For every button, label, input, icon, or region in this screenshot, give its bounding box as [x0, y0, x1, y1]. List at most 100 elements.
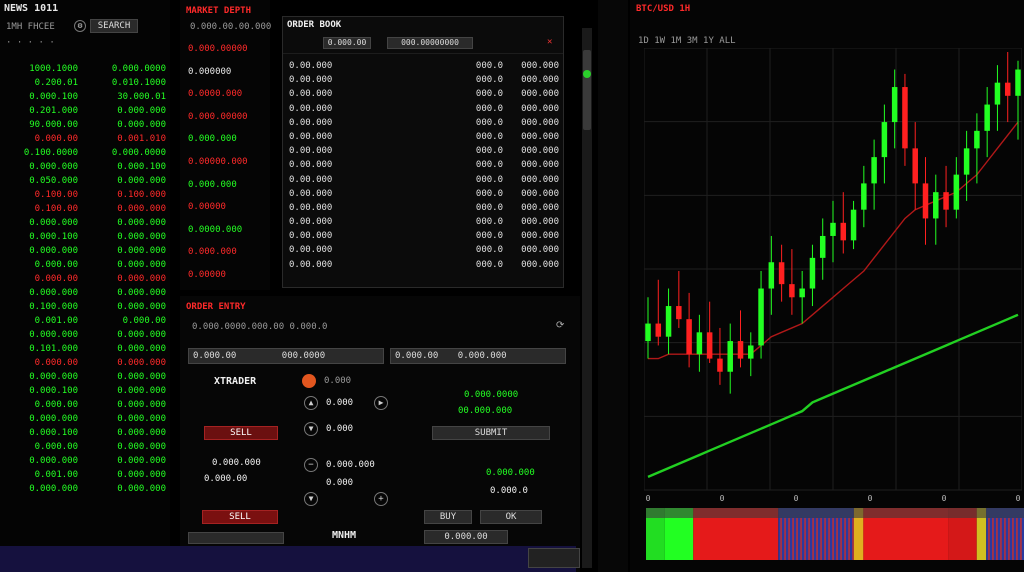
watchlist-row[interactable]: 1000.1000 0.000.0000 [0, 62, 170, 76]
orderbook-row[interactable]: 0.00.000 000.0 000.000 [289, 258, 559, 272]
watchlist-row[interactable]: 0.200.01 0.010.1000 [0, 76, 170, 90]
orderbook-row[interactable]: 0.00.000 000.0 000.000 [289, 144, 559, 158]
order-entry-title: ORDER ENTRY [186, 302, 246, 312]
orderbook-row[interactable]: 0.00.000 000.0 000.000 [289, 173, 559, 187]
footer-value-field[interactable]: 0.000.00 [424, 530, 508, 544]
watchlist-row[interactable]: 0.000.00 0.000.000 [0, 398, 170, 412]
orderbook-scrollbar[interactable] [582, 28, 592, 568]
watchlist-row[interactable]: 0.000.100 30.000.01 [0, 90, 170, 104]
watchlist-row[interactable]: 0.000.00 0.000.000 [0, 258, 170, 272]
orderbook-row[interactable]: 0.00.000 000.0 000.000 [289, 229, 559, 243]
watchlist-row[interactable]: 0.101.000 0.000.000 [0, 342, 170, 356]
watchlist-row[interactable]: 0.000.00 0.000.000 [0, 356, 170, 370]
watchlist-row-left: 0.000.00 [34, 358, 78, 368]
chart-toolbar[interactable]: 1D 1W 1M 3M 1Y ALL [638, 36, 736, 46]
watchlist-row[interactable]: 0.000.00 0.000.000 [0, 440, 170, 454]
qty-plus-stepper[interactable]: + [374, 492, 388, 506]
scroll-thumb[interactable] [583, 50, 591, 130]
watchlist-row[interactable]: 0.100.00 0.100.000 [0, 188, 170, 202]
footer-brand: MNHM [332, 530, 357, 541]
volume-stripe [988, 518, 990, 560]
watchlist-row[interactable]: 0.201.000 0.000.000 [0, 104, 170, 118]
chart-panel: BTC/USD 1H 1D 1W 1M 3M 1Y ALL 0 0 0 0 0 0 [630, 0, 1024, 572]
qty-minus-stepper[interactable]: − [304, 458, 318, 472]
watchlist-row-right: 0.000.000 [117, 344, 166, 354]
watchlist-row[interactable]: 0.000.000 0.000.000 [0, 482, 170, 496]
price-down-stepper[interactable]: ▼ [304, 422, 318, 436]
orderbook-row[interactable]: 0.00.000 000.0 000.000 [289, 87, 559, 101]
watchlist-row[interactable]: 0.000.00 0.000.000 [0, 272, 170, 286]
watchlist-row-right: 0.000.0000 [111, 148, 166, 158]
volume-stripe [808, 518, 810, 560]
orderbook-row[interactable]: 0.00.000 000.0 000.000 [289, 130, 559, 144]
orderbook-row[interactable]: 0.00.000 000.0 000.000 [289, 187, 559, 201]
sell-quick-button[interactable]: SELL [204, 426, 278, 440]
left-input-field[interactable]: 0.000.00 000.0000 [188, 348, 384, 364]
watchlist-row[interactable]: 0.000.00 0.001.010 [0, 132, 170, 146]
watchlist-row[interactable]: 0.000.000 0.000.000 [0, 454, 170, 468]
orderbook-row[interactable]: 0.00.000 000.0 000.000 [289, 201, 559, 215]
orderbook-cell-b: 000.0 [475, 231, 503, 242]
search-button[interactable]: SEARCH [90, 19, 138, 33]
settings-icon[interactable]: ⚙ [74, 20, 86, 32]
orderbook-cell-b: 000.0 [475, 217, 503, 228]
orderbook-tab-1[interactable]: 0.000.00 [323, 37, 371, 49]
watchlist-row[interactable]: 0.000.000 0.000.100 [0, 160, 170, 174]
watchlist-row[interactable]: 0.000.000 0.000.000 [0, 412, 170, 426]
candle-body [665, 306, 672, 337]
footer-action-button[interactable] [528, 548, 580, 568]
watchlist-row[interactable]: 0.000.000 0.000.000 [0, 216, 170, 230]
orderbook-row[interactable]: 0.00.000 000.0 000.000 [289, 243, 559, 257]
refresh-icon[interactable]: ⟳ [556, 320, 564, 331]
volume-stripe [784, 518, 786, 560]
qty-mid-value: 0.000 [326, 478, 354, 488]
watchlist-row[interactable]: 0.000.000 0.000.000 [0, 286, 170, 300]
price-up-stepper[interactable]: ▲ [304, 396, 318, 410]
orderbook-row[interactable]: 0.00.000 000.0 000.000 [289, 215, 559, 229]
orderbook-row[interactable]: 0.00.000 000.0 000.000 [289, 102, 559, 116]
right-input-field[interactable]: 0.000.00 0.000.000 [390, 348, 566, 364]
watchlist-row[interactable]: 0.000.000 0.000.000 [0, 244, 170, 258]
volume-stripe [788, 518, 790, 560]
ok-button[interactable]: OK [480, 510, 542, 524]
orderbook-cell-a: 0.00.000 [289, 231, 333, 242]
sell-button[interactable]: SELL [202, 510, 278, 524]
watchlist-row[interactable]: 0.000.000 0.000.000 [0, 370, 170, 384]
orderbook-row[interactable]: 0.00.000 000.0 000.000 [289, 158, 559, 172]
watchlist-row[interactable]: 0.100.0000 0.000.0000 [0, 146, 170, 160]
watchlist-row-right: 0.000.000 [117, 204, 166, 214]
candle-body [758, 288, 764, 346]
price-right-stepper[interactable]: ▶ [374, 396, 388, 410]
watchlist-row-right: 0.000.000 [117, 484, 166, 494]
qty-down-stepper[interactable]: ▼ [304, 492, 318, 506]
watchlist-row-right: 0.000.000 [117, 372, 166, 382]
watchlist-row-right: 0.000.00 [122, 316, 166, 326]
submit-button[interactable]: SUBMIT [432, 426, 550, 440]
orderbook-row[interactable]: 0.00.000 000.0 000.000 [289, 116, 559, 130]
watchlist-row[interactable]: 0.000.000 0.000.000 [0, 328, 170, 342]
watchlist-row[interactable]: 0.000.100 0.000.000 [0, 426, 170, 440]
watchlist-row[interactable]: 0.100.000 0.000.000 [0, 300, 170, 314]
candlestick-chart[interactable]: 0 0 0 0 0 0 [644, 48, 1022, 502]
right-field-value: 0.000.000 [457, 351, 507, 361]
watchlist-row-left: 0.000.100 [29, 428, 78, 438]
watchlist-row-left: 0.001.00 [34, 316, 78, 326]
candle-body [994, 82, 1001, 105]
brand-text: XTRADER [214, 376, 257, 387]
watchlist-row[interactable]: 0.100.00 0.000.000 [0, 202, 170, 216]
watchlist-row[interactable]: 0.000.100 0.000.000 [0, 230, 170, 244]
watchlist-row[interactable]: 0.000.100 0.000.000 [0, 384, 170, 398]
orderbook-tab-2[interactable]: 000.00000000 [387, 37, 473, 49]
watchlist-row[interactable]: 0.001.00 0.000.00 [0, 314, 170, 328]
watchlist-row[interactable]: 0.050.000 0.000.000 [0, 174, 170, 188]
orderbook-row[interactable]: 0.00.000 000.0 000.000 [289, 59, 559, 73]
orderbook-close-icon[interactable]: ✕ [547, 37, 557, 47]
candle-body [984, 104, 990, 131]
orderbook-cell-c: 000.000 [521, 188, 559, 199]
candle-body [830, 222, 836, 236]
bottom-field[interactable] [188, 532, 284, 544]
watchlist-row[interactable]: 90.000.00 0.000.000 [0, 118, 170, 132]
watchlist-row[interactable]: 0.001.00 0.000.000 [0, 468, 170, 482]
buy-button-small[interactable]: BUY [424, 510, 472, 524]
orderbook-row[interactable]: 0.00.000 000.0 000.000 [289, 73, 559, 87]
